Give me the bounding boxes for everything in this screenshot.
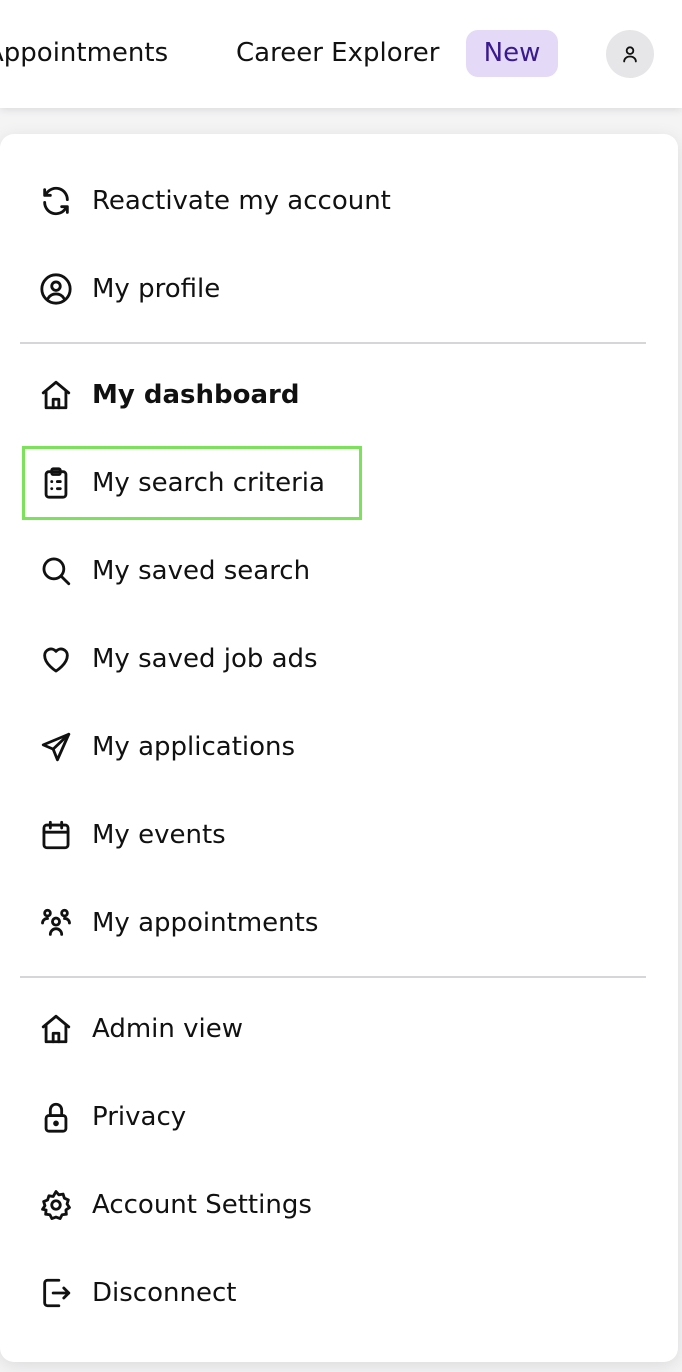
menu-item-label: Admin view — [92, 1014, 243, 1044]
menu-item-admin-view[interactable]: Admin view — [20, 992, 640, 1066]
menu-item-label: My saved job ads — [92, 644, 318, 674]
menu-item-label: My dashboard — [92, 380, 300, 410]
user-icon — [620, 44, 640, 64]
gear-icon — [36, 1185, 76, 1225]
clipboard-icon — [36, 463, 76, 503]
heart-icon — [36, 639, 76, 679]
menu-item-account-settings[interactable]: Account Settings — [20, 1168, 640, 1242]
menu-item-my-dashboard[interactable]: My dashboard — [20, 358, 640, 432]
menu-divider — [20, 342, 646, 344]
menu-item-my-appointments[interactable]: My appointments — [20, 886, 640, 960]
account-menu-button[interactable] — [606, 30, 654, 78]
menu-item-my-saved-job-ads[interactable]: My saved job ads — [20, 622, 640, 696]
home-icon — [36, 1009, 76, 1049]
menu-item-privacy[interactable]: Privacy — [20, 1080, 640, 1154]
menu-item-label: My events — [92, 820, 226, 850]
menu-item-my-events[interactable]: My events — [20, 798, 640, 872]
menu-item-label: My profile — [92, 274, 221, 304]
menu-item-disconnect[interactable]: Disconnect — [20, 1256, 640, 1330]
home-icon — [36, 375, 76, 415]
nav-appointments-link[interactable]: Appointments — [0, 32, 168, 74]
send-icon — [36, 727, 76, 767]
menu-item-label: My applications — [92, 732, 296, 762]
refresh-icon — [36, 181, 76, 221]
search-icon — [36, 551, 76, 591]
top-navigation-bar: Appointments Career Explorer New — [0, 0, 682, 108]
menu-item-label: My search criteria — [92, 468, 325, 498]
menu-item-my-search-criteria[interactable]: My search criteria — [22, 446, 362, 520]
menu-item-label: My saved search — [92, 556, 311, 586]
calendar-icon — [36, 815, 76, 855]
menu-item-my-saved-search[interactable]: My saved search — [20, 534, 640, 608]
menu-item-label: My appointments — [92, 908, 319, 938]
menu-item-my-applications[interactable]: My applications — [20, 710, 640, 784]
menu-item-label: Reactivate my account — [92, 186, 391, 216]
menu-item-label: Privacy — [92, 1102, 187, 1132]
menu-item-label: Disconnect — [92, 1278, 237, 1308]
user-circle-icon — [36, 269, 76, 309]
menu-item-label: Account Settings — [92, 1190, 312, 1220]
menu-item-my-profile[interactable]: My profile — [20, 252, 640, 326]
new-badge: New — [466, 30, 558, 77]
account-dropdown-menu: Reactivate my account My profile My dash… — [0, 134, 678, 1362]
people-icon — [36, 903, 76, 943]
lock-icon — [36, 1097, 76, 1137]
menu-divider — [20, 976, 646, 978]
menu-item-reactivate-account[interactable]: Reactivate my account — [20, 164, 640, 238]
nav-career-explorer-link[interactable]: Career Explorer — [236, 32, 439, 74]
logout-icon — [36, 1273, 76, 1313]
